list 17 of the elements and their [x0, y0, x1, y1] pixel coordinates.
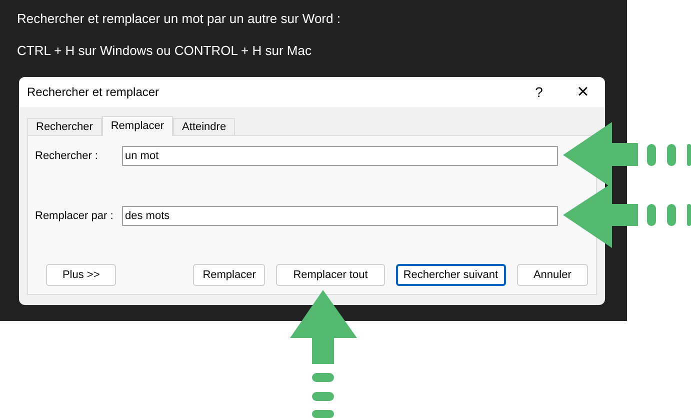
tab[interactable]: Remplacer: [102, 116, 174, 136]
dialog-button[interactable]: Plus >>: [46, 264, 116, 286]
input-field[interactable]: un mot: [122, 146, 558, 166]
field-label: Remplacer par :: [34, 208, 114, 224]
window-title: Rechercher et remplacer: [27, 84, 160, 101]
tab[interactable]: Rechercher: [27, 118, 102, 135]
document-text: CTRL + H sur Windows ou CONTROL + H sur Mac: [17, 42, 312, 60]
close-button[interactable]: ×: [561, 77, 605, 107]
document-text: Rechercher et remplacer un mot par un autre sur Word :: [17, 10, 340, 28]
field-label: Rechercher :: [34, 148, 99, 164]
help-button[interactable]: ?: [517, 77, 561, 107]
dialog-button[interactable]: Rechercher suivant: [396, 264, 506, 286]
dialog-button[interactable]: Remplacer tout: [276, 264, 385, 286]
dialog-button[interactable]: Annuler: [516, 264, 588, 286]
tab[interactable]: Atteindre: [173, 118, 236, 135]
input-field[interactable]: des mots: [122, 206, 558, 226]
dialog-button[interactable]: Remplacer: [193, 264, 266, 286]
